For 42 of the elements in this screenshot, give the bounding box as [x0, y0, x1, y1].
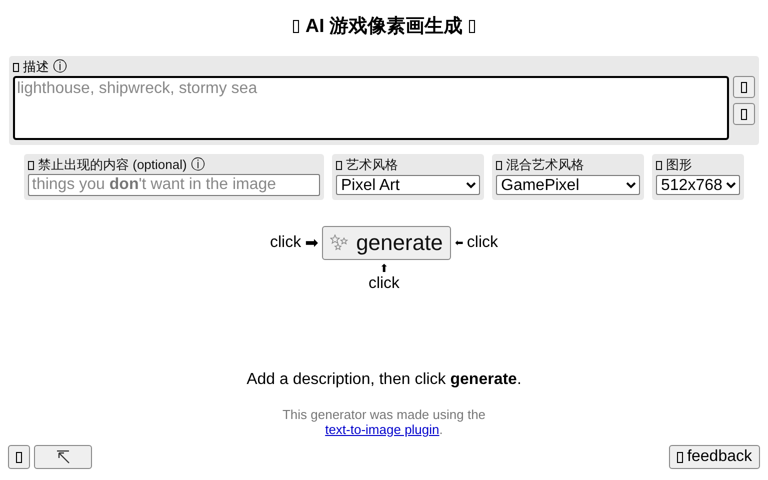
glyph-box-icon — [741, 82, 747, 92]
feedback-button[interactable]: feedback — [669, 445, 760, 469]
icon-button[interactable] — [733, 103, 755, 125]
arrow-glyph: ➡ — [305, 234, 318, 253]
select-dropdown[interactable]: GamePixel — [496, 175, 640, 195]
glyph-box-icon — [468, 20, 475, 32]
field-label: 混合艺术风格 — [506, 156, 584, 174]
generate-button[interactable]: generate — [322, 226, 451, 260]
icon-button[interactable] — [8, 445, 30, 469]
field-label: 图形 — [666, 156, 692, 174]
select-dropdown[interactable]: Pixel Art — [336, 175, 480, 195]
expand-button[interactable] — [34, 445, 92, 469]
plugin-link[interactable]: text-to-image plugin — [325, 422, 440, 437]
hint-text: click — [270, 234, 302, 252]
arrow-glyph: ⬆ — [380, 263, 388, 275]
icon-button[interactable] — [733, 76, 755, 98]
period-text: . — [439, 422, 443, 437]
credit-text: This generator was made using the — [281, 407, 487, 422]
glyph-box-icon — [16, 452, 22, 462]
stars-icon — [330, 234, 350, 252]
corner-arrow-icon — [56, 450, 70, 464]
select-dropdown[interactable]: 512x768 — [656, 175, 740, 195]
field-label: 艺术风格 — [346, 156, 398, 174]
input-field[interactable]: things you don't want in the image — [28, 174, 320, 196]
arrow-glyph: ⬅ — [454, 237, 463, 249]
glyph-box-icon — [28, 160, 34, 170]
info-icon[interactable]: ⓘ — [190, 156, 205, 174]
hint-text: click — [466, 234, 498, 252]
glyph-box-icon — [336, 160, 342, 170]
description-field[interactable]: lighthouse, shipwreck, stormy sea — [13, 76, 729, 140]
glyph-box-icon — [741, 108, 747, 120]
instruction-text: Add a description, then click generate. — [246, 371, 522, 388]
field-label: 禁止出现的内容 (optional) — [38, 156, 187, 174]
info-icon[interactable]: ⓘ — [53, 58, 67, 76]
glyph-box-icon — [496, 160, 502, 170]
glyph-box-icon — [293, 20, 300, 32]
page-title: AI 游戏像素画生成 — [305, 14, 463, 39]
field-label: 描述 — [23, 58, 49, 76]
glyph-box-icon — [13, 62, 19, 72]
hint-text: click — [368, 275, 400, 293]
glyph-box-icon — [656, 160, 662, 170]
glyph-box-icon — [677, 452, 684, 462]
